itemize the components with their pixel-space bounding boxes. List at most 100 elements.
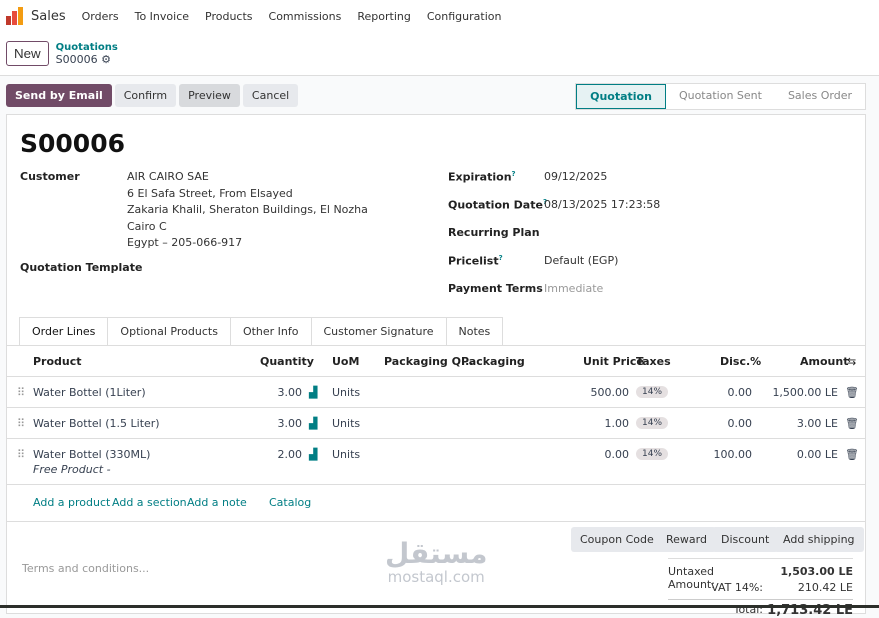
reward-button[interactable]: Reward <box>657 527 716 552</box>
add-product-link[interactable]: Add a product <box>33 496 110 509</box>
add-note-link[interactable]: Add a note <box>187 496 247 509</box>
uom-cell[interactable]: Units <box>332 386 360 399</box>
tab-order-lines[interactable]: Order Lines <box>19 317 109 345</box>
confirm-button[interactable]: Confirm <box>114 83 177 107</box>
total-row: Total: 1,713.42 LE <box>668 599 853 618</box>
trash-icon[interactable]: 🗑 <box>845 448 859 461</box>
app-name[interactable]: Sales <box>31 9 66 24</box>
expiration-field[interactable]: 09/12/2025 <box>544 169 607 185</box>
amount-cell: 3.00 LE <box>796 417 838 430</box>
table-row[interactable]: ⠿ Water Bottel (1.5 Liter) 3.00 ▟ Units … <box>7 407 865 438</box>
col-uom[interactable]: UoM <box>332 355 359 368</box>
col-quantity[interactable]: Quantity <box>260 355 314 368</box>
discount-cell[interactable]: 100.00 <box>714 448 753 461</box>
coupon-code-button[interactable]: Coupon Code <box>571 527 663 552</box>
top-navbar: Sales Orders To Invoice Products Commiss… <box>0 0 879 32</box>
nav-to-invoice[interactable]: To Invoice <box>135 10 189 23</box>
add-section-link[interactable]: Add a section <box>112 496 187 509</box>
product-note: Free Product - <box>33 463 111 476</box>
preview-button[interactable]: Preview <box>179 83 240 107</box>
send-by-email-button[interactable]: Send by Email <box>6 83 112 107</box>
quotation-date-field[interactable]: 08/13/2025 17:23:58 <box>544 197 660 213</box>
gear-icon[interactable]: ⚙ <box>101 53 111 66</box>
tab-customer-signature[interactable]: Customer Signature <box>310 317 447 345</box>
table-header: Product Quantity UoM Packaging Q... Pack… <box>7 345 865 376</box>
nav-products[interactable]: Products <box>205 10 253 23</box>
forecast-chart-icon[interactable]: ▟ <box>309 386 317 399</box>
tab-notes[interactable]: Notes <box>445 317 504 345</box>
add-shipping-button[interactable]: Add shipping <box>774 527 864 552</box>
watermark: مستقل mostaql.com <box>385 537 488 587</box>
product-cell[interactable]: Water Bottel (1Liter) <box>33 386 146 399</box>
status-quotation-sent[interactable]: Quotation Sent <box>666 84 775 109</box>
pricelist-label: Pricelist? <box>448 254 503 268</box>
quantity-cell[interactable]: 2.00 <box>278 448 303 461</box>
drag-handle-icon[interactable]: ⠿ <box>17 417 25 430</box>
status-quotation[interactable]: Quotation <box>576 84 666 109</box>
nav-reporting[interactable]: Reporting <box>357 10 410 23</box>
recurring-plan-label: Recurring Plan <box>448 226 540 239</box>
unit-price-cell[interactable]: 500.00 <box>591 386 630 399</box>
tax-badge[interactable]: 14% <box>636 417 669 429</box>
table-row[interactable]: ⠿ Water Bottel (1Liter) 3.00 ▟ Units 500… <box>7 376 865 407</box>
payment-terms-field[interactable]: Immediate <box>544 281 603 297</box>
quantity-cell[interactable]: 3.00 <box>278 417 303 430</box>
uom-cell[interactable]: Units <box>332 417 360 430</box>
trash-icon[interactable]: 🗑 <box>845 386 859 399</box>
payment-terms-label: Payment Terms <box>448 282 543 295</box>
catalog-link[interactable]: Catalog <box>269 496 311 509</box>
status-sales-order[interactable]: Sales Order <box>775 84 865 109</box>
customer-country: Egypt – 205-066-917 <box>127 236 243 249</box>
unit-price-cell[interactable]: 0.00 <box>605 448 630 461</box>
col-amount[interactable]: Amount <box>800 355 848 368</box>
customer-address-1: 6 El Safa Street, From Elsayed <box>127 186 293 200</box>
unit-price-cell[interactable]: 1.00 <box>605 417 630 430</box>
quantity-cell[interactable]: 3.00 <box>278 386 303 399</box>
col-product[interactable]: Product <box>33 355 82 368</box>
col-unit-price[interactable]: Unit Price <box>583 355 644 368</box>
customer-field[interactable]: AIR CAIRO SAE 6 El Safa Street, From Els… <box>127 169 368 252</box>
record-title: S00006 <box>20 129 125 158</box>
customer-name: AIR CAIRO SAE <box>127 170 209 183</box>
help-icon[interactable]: ? <box>499 254 503 262</box>
sales-logo-icon[interactable] <box>6 7 23 25</box>
drag-handle-icon[interactable]: ⠿ <box>17 448 25 461</box>
discount-cell[interactable]: 0.00 <box>728 386 753 399</box>
help-icon[interactable]: ? <box>512 170 516 178</box>
discount-button[interactable]: Discount <box>712 527 779 552</box>
product-cell[interactable]: Water Bottel (1.5 Liter) <box>33 417 160 430</box>
tax-badge[interactable]: 14% <box>636 448 669 460</box>
table-row[interactable]: ⠿ Water Bottel (330ML) Free Product - 2.… <box>7 438 865 484</box>
nav-configuration[interactable]: Configuration <box>427 10 502 23</box>
amount-cell: 1,500.00 LE <box>772 386 838 399</box>
tax-badge[interactable]: 14% <box>636 386 669 398</box>
expiration-label: Expiration? <box>448 170 516 184</box>
discount-cell[interactable]: 0.00 <box>728 417 753 430</box>
customer-address-2: Zakaria Khalil, Sheraton Buildings, El N… <box>127 203 368 216</box>
quotation-date-label: Quotation Date? <box>448 198 548 212</box>
forecast-chart-icon[interactable]: ▟ <box>309 417 317 430</box>
uom-cell[interactable]: Units <box>332 448 360 461</box>
amount-cell: 0.00 LE <box>796 448 838 461</box>
col-discount[interactable]: Disc.% <box>720 355 761 368</box>
tab-optional-products[interactable]: Optional Products <box>107 317 231 345</box>
product-cell[interactable]: Water Bottel (330ML) <box>33 448 150 461</box>
col-taxes[interactable]: Taxes <box>636 355 671 368</box>
terms-input[interactable]: Terms and conditions... <box>22 562 149 575</box>
new-button[interactable]: New <box>6 41 49 66</box>
template-label: Quotation Template <box>20 261 143 274</box>
forecast-chart-icon[interactable]: ▟ <box>309 448 317 461</box>
breadcrumb: Quotations S00006 ⚙ <box>56 42 118 66</box>
customer-label: Customer <box>20 170 80 183</box>
tab-other-info[interactable]: Other Info <box>229 317 312 345</box>
pricelist-field[interactable]: Default (EGP) <box>544 253 618 269</box>
drag-handle-icon[interactable]: ⠿ <box>17 386 25 399</box>
notebook-tabs: Order Lines Optional Products Other Info… <box>19 317 504 345</box>
nav-commissions[interactable]: Commissions <box>269 10 342 23</box>
order-lines-table: Product Quantity UoM Packaging Q... Pack… <box>7 345 865 522</box>
nav-orders[interactable]: Orders <box>82 10 119 23</box>
trash-icon[interactable]: 🗑 <box>845 417 859 430</box>
cancel-button[interactable]: Cancel <box>242 83 299 107</box>
column-settings-icon[interactable]: ⇆ <box>847 355 856 368</box>
col-packaging[interactable]: Packaging <box>461 355 525 368</box>
